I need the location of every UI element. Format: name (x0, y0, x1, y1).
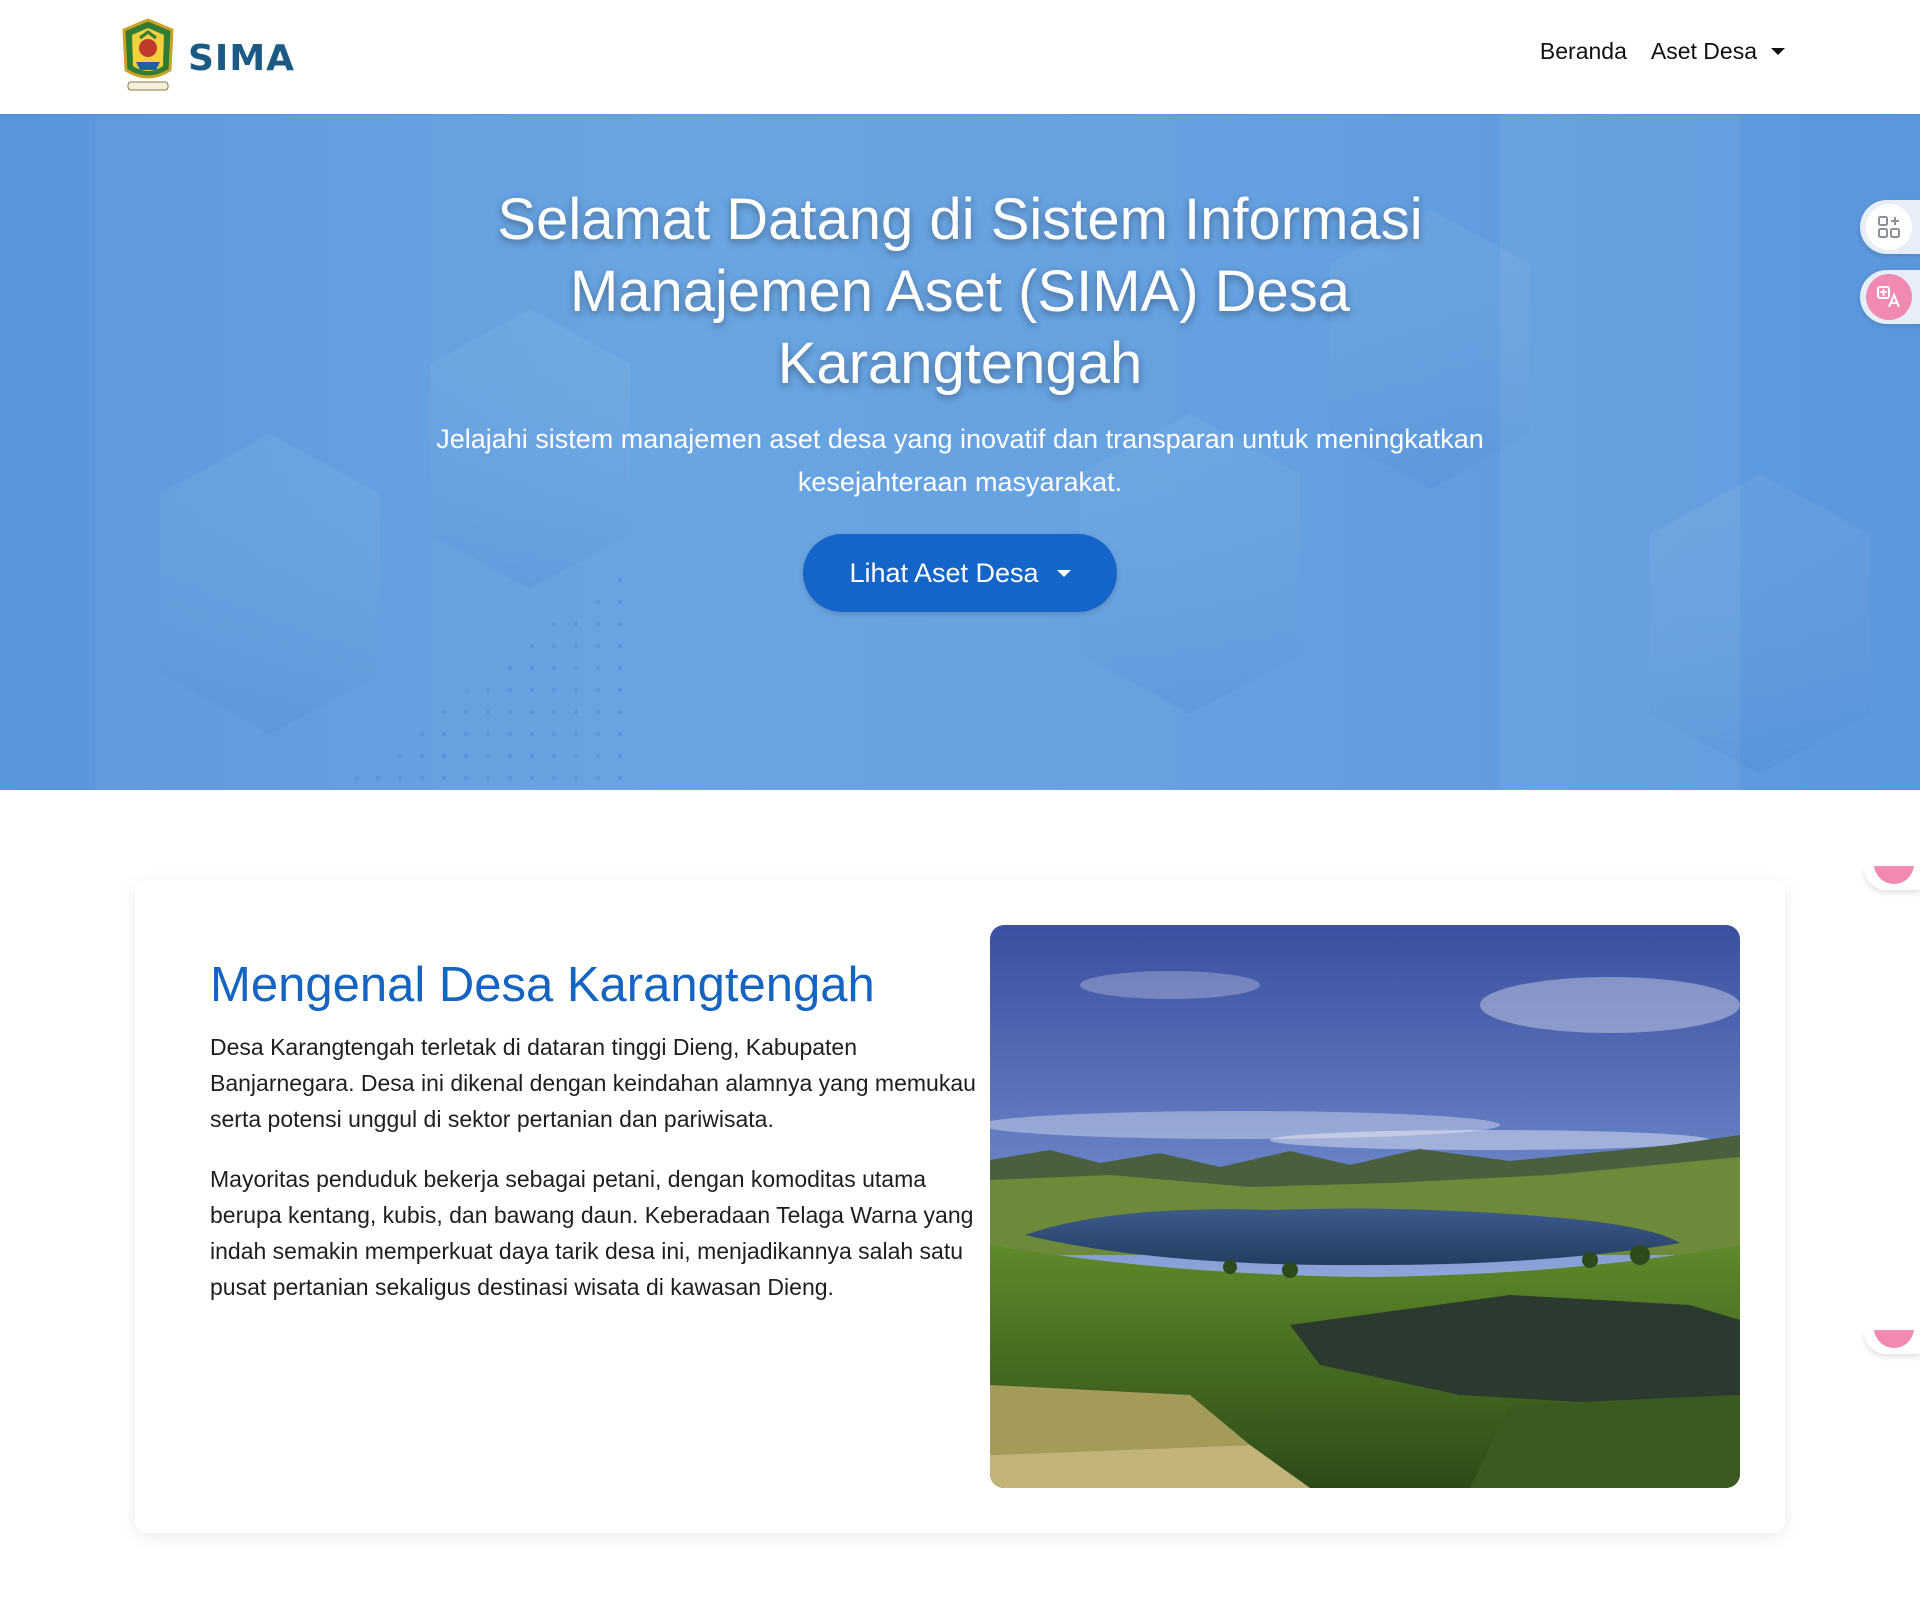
about-card: Mengenal Desa Karangtengah Desa Karangte… (135, 880, 1785, 1533)
translate-widget-peek[interactable] (1864, 866, 1920, 890)
navbar: SIMA Beranda Aset Desa (0, 0, 1920, 114)
translate-icon (1877, 286, 1900, 308)
telaga-warna-photo (990, 925, 1740, 1488)
caret-down-icon (1056, 569, 1071, 577)
brand-link[interactable]: SIMA (120, 18, 295, 98)
translate-widget-peek[interactable] (1864, 1330, 1920, 1354)
nav-dropdown-aset-desa[interactable]: Aset Desa (1651, 38, 1785, 65)
nav-link-label: Aset Desa (1650, 38, 1757, 64)
nav-link-label: Beranda (1539, 38, 1627, 64)
about-text: Mengenal Desa Karangtengah Desa Karangte… (210, 955, 980, 1305)
regency-emblem-icon (122, 18, 174, 91)
hero-section: Selamat Datang di Sistem Informasi Manaj… (0, 114, 1920, 790)
hero-content: Selamat Datang di Sistem Informasi Manaj… (0, 184, 1920, 612)
translate-icon (1874, 1330, 1914, 1348)
translate-widget[interactable] (1860, 270, 1920, 324)
hero-title: Selamat Datang di Sistem Informasi Manaj… (497, 187, 1423, 396)
caret-down-icon (1771, 48, 1785, 55)
about-paragraph-2: Mayoritas penduduk bekerja sebagai petan… (210, 1166, 974, 1300)
about-paragraph-1: Desa Karangtengah terletak di dataran ti… (210, 1034, 976, 1132)
lihat-aset-desa-button[interactable]: Lihat Aset Desa (803, 534, 1117, 612)
apps-grid-icon (1878, 216, 1900, 238)
hero-subtitle: Jelajahi sistem manajemen aset desa yang… (436, 424, 1484, 497)
brand-name: SIMA (188, 37, 296, 79)
nav-links: Beranda Aset Desa (1540, 38, 1785, 65)
translate-widget-button[interactable] (1866, 274, 1912, 320)
hero-button-label: Lihat Aset Desa (849, 557, 1039, 588)
translate-icon (1874, 866, 1914, 884)
apps-widget-button[interactable] (1866, 204, 1912, 250)
apps-widget[interactable] (1860, 200, 1920, 254)
about-title: Mengenal Desa Karangtengah (210, 958, 875, 1012)
nav-link-beranda[interactable]: Beranda (1540, 38, 1627, 65)
